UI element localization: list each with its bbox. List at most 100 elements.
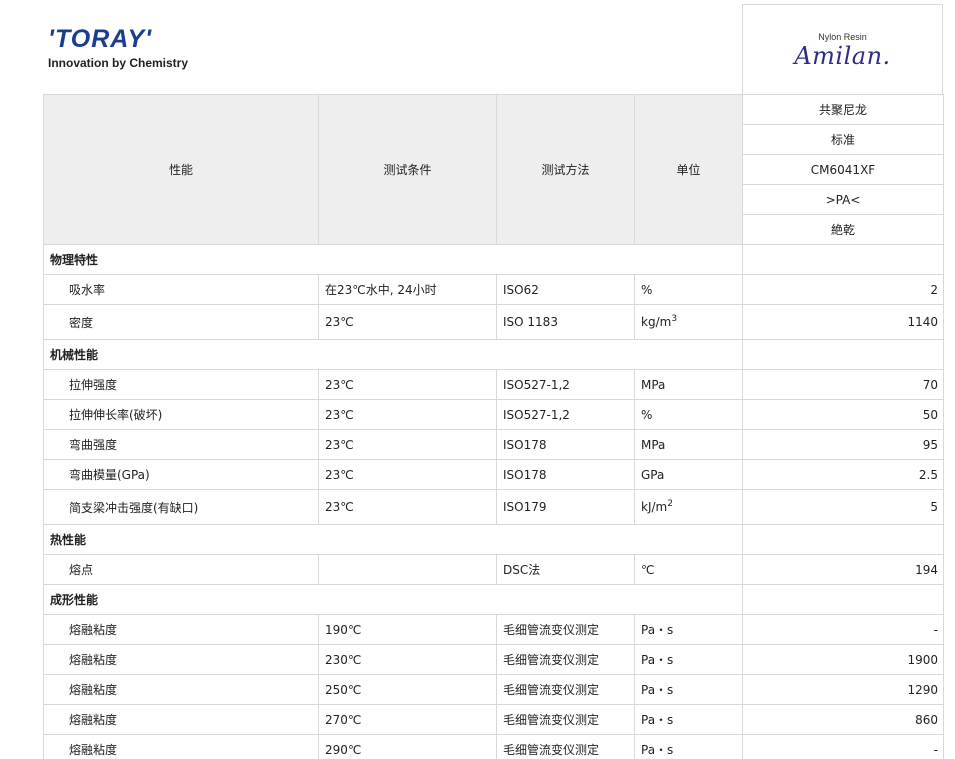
unit-cell: MPa <box>634 369 743 400</box>
unit-text: % <box>641 282 653 297</box>
property-cell: 熔融粘度 <box>43 614 319 645</box>
unit-text: MPa <box>641 437 666 452</box>
unit-text: MPa <box>641 377 666 392</box>
condition-cell: 190℃ <box>318 614 497 645</box>
condition-cell: 250℃ <box>318 674 497 705</box>
header-property: 性能 <box>43 94 319 245</box>
unit-cell: Pa・s <box>634 644 743 675</box>
property-cell: 熔融粘度 <box>43 674 319 705</box>
header-unit: 单位 <box>634 94 743 245</box>
unit-cell: GPa <box>634 459 743 490</box>
table-row: 弯曲强度 23℃ ISO178 MPa 95 <box>43 429 944 460</box>
condition-cell <box>318 554 497 585</box>
unit-cell: Pa・s <box>634 674 743 705</box>
section-title: 机械性能 <box>43 339 743 370</box>
method-cell: 毛细管流变仪测定 <box>496 674 635 705</box>
spec-standard: 标准 <box>742 124 944 155</box>
section-title: 物理特性 <box>43 244 743 275</box>
value-cell: 5 <box>742 489 944 525</box>
value-cell: 1290 <box>742 674 944 705</box>
unit-cell: Pa・s <box>634 734 743 759</box>
section-row: 物理特性 <box>43 244 944 275</box>
condition-cell: 23℃ <box>318 304 497 340</box>
logo-name: 'TORAY' <box>48 25 153 53</box>
spec-marking: >PA< <box>742 184 944 215</box>
section-title: 成形性能 <box>43 584 743 615</box>
table-row: 拉伸强度 23℃ ISO527-1,2 MPa 70 <box>43 369 944 400</box>
condition-cell: 23℃ <box>318 369 497 400</box>
unit-cell: ℃ <box>634 554 743 585</box>
section-value-blank <box>742 584 944 615</box>
unit-text: ℃ <box>641 562 655 577</box>
value-cell: 95 <box>742 429 944 460</box>
property-cell: 弯曲强度 <box>43 429 319 460</box>
properties-table: 性能 测试条件 测试方法 单位 共聚尼龙 标准 CM6041XF >PA< 絶乾… <box>43 94 944 759</box>
table-row: 熔融粘度 250℃ 毛细管流变仪测定 Pa・s 1290 <box>43 674 944 705</box>
table-row: 熔点 DSC法 ℃ 194 <box>43 554 944 585</box>
unit-cell: kJ/m2 <box>634 489 743 525</box>
method-cell: ISO178 <box>496 429 635 460</box>
properties-table-body: 性能 测试条件 测试方法 单位 共聚尼龙 标准 CM6041XF >PA< 絶乾… <box>43 94 944 759</box>
condition-cell: 230℃ <box>318 644 497 675</box>
property-cell: 弯曲模量(GPa) <box>43 459 319 490</box>
method-cell: ISO527-1,2 <box>496 369 635 400</box>
table-row: 弯曲模量(GPa) 23℃ ISO178 GPa 2.5 <box>43 459 944 490</box>
condition-cell: 23℃ <box>318 399 497 430</box>
method-cell: ISO 1183 <box>496 304 635 340</box>
value-cell: 860 <box>742 704 944 735</box>
spec-condition: 絶乾 <box>742 214 944 245</box>
header-method: 测试方法 <box>496 94 635 245</box>
header-condition: 测试条件 <box>318 94 497 245</box>
condition-cell: 290℃ <box>318 734 497 759</box>
spec-type: 共聚尼龙 <box>742 94 944 125</box>
value-cell: - <box>742 614 944 645</box>
property-cell: 吸水率 <box>43 274 319 305</box>
value-cell: 2.5 <box>742 459 944 490</box>
table-row: 熔融粘度 290℃ 毛细管流变仪测定 Pa・s - <box>43 734 944 759</box>
unit-cell: % <box>634 399 743 430</box>
method-cell: ISO62 <box>496 274 635 305</box>
method-cell: 毛细管流变仪测定 <box>496 614 635 645</box>
unit-text: kJ/m <box>641 500 668 514</box>
unit-cell: % <box>634 274 743 305</box>
unit-cell: kg/m3 <box>634 304 743 340</box>
method-cell: 毛细管流变仪测定 <box>496 644 635 675</box>
property-cell: 密度 <box>43 304 319 340</box>
property-cell: 拉伸伸长率(破坏) <box>43 399 319 430</box>
value-cell: 70 <box>742 369 944 400</box>
value-cell: 1900 <box>742 644 944 675</box>
unit-text: GPa <box>641 467 665 482</box>
brand-subtitle: Nylon Resin <box>818 32 867 42</box>
logo-tagline: Innovation by Chemistry <box>48 56 189 70</box>
table-row: 熔融粘度 190℃ 毛细管流变仪测定 Pa・s - <box>43 614 944 645</box>
spec-grade: CM6041XF <box>742 154 944 185</box>
brand-logo-box: Nylon Resin Amilan. <box>742 4 943 95</box>
method-cell: ISO178 <box>496 459 635 490</box>
property-cell: 熔融粘度 <box>43 734 319 759</box>
unit-cell: MPa <box>634 429 743 460</box>
condition-cell: 270℃ <box>318 704 497 735</box>
condition-cell: 23℃ <box>318 459 497 490</box>
table-row: 熔融粘度 270℃ 毛细管流变仪测定 Pa・s 860 <box>43 704 944 735</box>
section-row: 成形性能 <box>43 584 944 615</box>
unit-cell: Pa・s <box>634 704 743 735</box>
unit-superscript: 2 <box>667 499 673 509</box>
section-value-blank <box>742 339 944 370</box>
unit-superscript: 3 <box>671 314 678 324</box>
table-row: 吸水率 在23℃水中, 24小时 ISO62% 2 <box>43 274 944 305</box>
condition-cell: 23℃ <box>318 489 497 525</box>
method-cell: ISO527-1,2 <box>496 399 635 430</box>
section-value-blank <box>742 244 944 275</box>
unit-text: kg/m <box>641 315 672 329</box>
property-cell: 拉伸强度 <box>43 369 319 400</box>
page-header: 'TORAY' Innovation by Chemistry Nylon Re… <box>0 0 955 95</box>
table-row: 简支梁冲击强度(有缺口) 23℃ ISO179 kJ/m2 5 <box>43 489 944 525</box>
unit-text: Pa・s <box>641 623 674 637</box>
toray-logo: 'TORAY' Innovation by Chemistry <box>48 26 188 70</box>
value-cell: 2 <box>742 274 944 305</box>
table-row: 密度 23℃ ISO 1183 kg/m3 1140 <box>43 304 944 340</box>
condition-cell: 在23℃水中, 24小时 <box>318 274 497 305</box>
method-cell: DSC法 <box>496 554 635 585</box>
property-cell: 熔融粘度 <box>43 644 319 675</box>
value-cell: 194 <box>742 554 944 585</box>
